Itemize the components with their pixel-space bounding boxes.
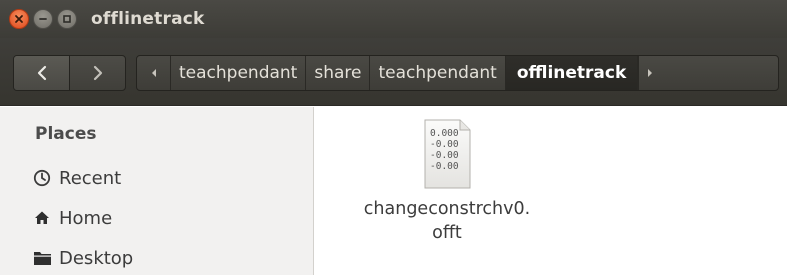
path-scroll-left-button[interactable] xyxy=(137,56,171,90)
back-button[interactable] xyxy=(14,56,70,90)
forward-button[interactable] xyxy=(70,56,125,90)
small-arrow-left-icon xyxy=(151,69,156,77)
path-bar: teachpendant share teachpendant offlinet… xyxy=(136,55,779,91)
sidebar: Places Recent Home Desktop xyxy=(0,107,314,275)
file-view: 0.000 -0.00 -0.00 -0.00 changeconstrchv0… xyxy=(315,107,787,275)
sidebar-item-label: Home xyxy=(59,207,113,229)
small-arrow-right-icon xyxy=(647,69,652,77)
chevron-left-icon xyxy=(37,65,46,81)
file-item[interactable]: 0.000 -0.00 -0.00 -0.00 changeconstrchv0… xyxy=(337,118,557,245)
navigation-buttons xyxy=(13,55,126,91)
path-scroll-right-button[interactable] xyxy=(638,56,660,90)
folder-icon xyxy=(33,248,55,268)
breadcrumb-item[interactable]: share xyxy=(306,56,371,90)
chevron-right-icon xyxy=(93,65,102,81)
close-icon xyxy=(15,15,23,23)
sidebar-item-home[interactable]: Home xyxy=(33,204,303,232)
minimize-button[interactable] xyxy=(33,9,53,29)
clock-icon xyxy=(33,168,55,188)
maximize-button[interactable] xyxy=(57,9,77,29)
breadcrumb-item[interactable]: teachpendant xyxy=(370,56,506,90)
sidebar-item-recent[interactable]: Recent xyxy=(33,164,303,192)
sidebar-item-label: Recent xyxy=(59,167,122,189)
document-preview: 0.000 -0.00 -0.00 -0.00 xyxy=(430,128,459,172)
breadcrumb-item-current[interactable]: offlinetrack xyxy=(505,56,639,90)
sidebar-item-label: Desktop xyxy=(59,247,134,269)
minimize-icon xyxy=(39,18,47,20)
sidebar-item-desktop[interactable]: Desktop xyxy=(33,244,303,272)
window-title: offlinetrack xyxy=(91,9,205,29)
sidebar-heading-places: Places xyxy=(35,124,97,144)
title-bar: offlinetrack xyxy=(0,0,787,38)
maximize-icon xyxy=(63,15,71,23)
close-button[interactable] xyxy=(9,9,29,29)
file-name: changeconstrchv0. offt xyxy=(363,199,531,243)
toolbar: teachpendant share teachpendant offlinet… xyxy=(0,38,787,106)
home-icon xyxy=(33,208,55,228)
text-document-icon: 0.000 -0.00 -0.00 -0.00 xyxy=(422,118,472,190)
breadcrumb-item[interactable]: teachpendant xyxy=(171,56,307,90)
